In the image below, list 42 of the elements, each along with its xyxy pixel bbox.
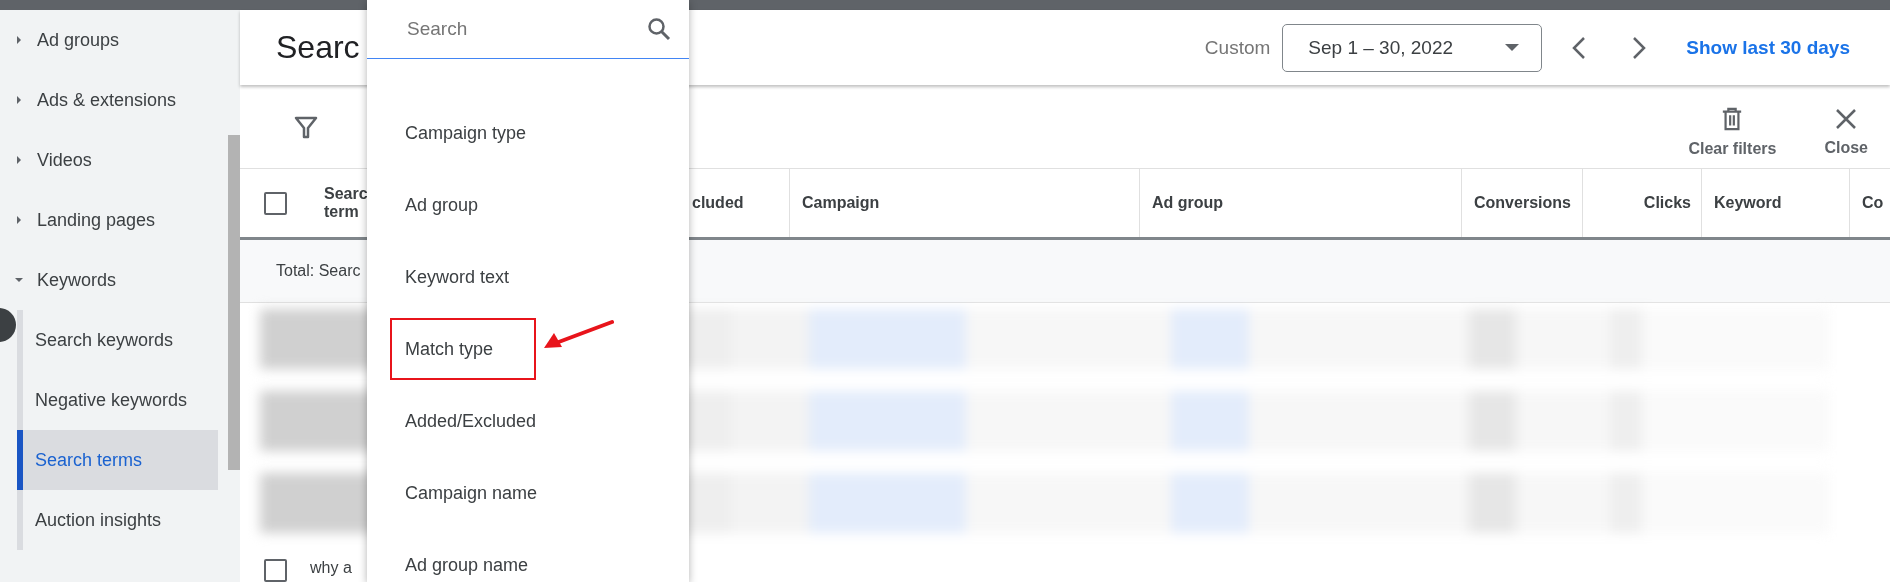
- show-last-30-days-link[interactable]: Show last 30 days: [1686, 36, 1850, 59]
- annotation-arrow: [542, 319, 614, 351]
- row-checkbox[interactable]: [263, 559, 287, 582]
- sidebar-subitem[interactable]: Negative keywords: [23, 370, 218, 430]
- menu-item[interactable]: Match type: [390, 318, 536, 380]
- sidebar-subitem[interactable]: Auction insights: [23, 490, 218, 550]
- trash-icon: [1721, 105, 1744, 132]
- date-range-dropdown[interactable]: Sep 1 – 30, 2022: [1282, 23, 1543, 72]
- date-range-label: Custom: [1204, 36, 1271, 59]
- menu-item[interactable]: Ad group name: [390, 534, 544, 582]
- column-header[interactable]: Co: [1862, 194, 1884, 212]
- menu-item[interactable]: Campaign name: [390, 462, 553, 524]
- page-title: Searc: [276, 29, 360, 66]
- clear-filters-button[interactable]: Clear filters: [1676, 95, 1789, 158]
- column-header[interactable]: Keyword: [1714, 194, 1782, 212]
- sidebar-subitem[interactable]: Search keywords: [23, 310, 218, 370]
- sidebar-subitem[interactable]: Search terms: [17, 430, 218, 490]
- menu-item[interactable]: Keyword text: [390, 246, 525, 308]
- menu-item[interactable]: Campaign type: [390, 102, 542, 164]
- menu-item[interactable]: Added/Excluded: [390, 390, 552, 452]
- sidebar-item[interactable]: Ad groups: [0, 10, 228, 70]
- select-all-checkbox[interactable]: [263, 191, 287, 215]
- total-label: Total: Searc: [275, 262, 361, 280]
- column-header[interactable]: Clicks: [1643, 194, 1691, 212]
- column-header[interactable]: Ad group: [1152, 194, 1224, 212]
- close-icon: [1834, 106, 1859, 131]
- search-term-text: why a: [310, 559, 352, 577]
- menu-item[interactable]: Ad group: [390, 174, 494, 236]
- sidebar-item[interactable]: Videos: [0, 130, 228, 190]
- close-button[interactable]: Close: [1812, 96, 1880, 157]
- scrollbar-thumb[interactable]: [228, 135, 240, 470]
- column-header[interactable]: cluded: [692, 194, 744, 212]
- sidebar-item[interactable]: Landing pages: [0, 190, 228, 250]
- next-icon[interactable]: [1632, 35, 1647, 60]
- column-header[interactable]: Campaign: [802, 194, 880, 212]
- filter-icon[interactable]: [294, 114, 318, 139]
- sidebar-item[interactable]: Ads & extensions: [0, 70, 228, 130]
- dropdown-caret-icon: [1505, 44, 1520, 51]
- previous-icon[interactable]: [1572, 35, 1587, 60]
- sidebar-item[interactable]: Keywords: [0, 250, 228, 310]
- search-icon[interactable]: [647, 17, 671, 41]
- column-header[interactable]: Conversions: [1474, 194, 1571, 212]
